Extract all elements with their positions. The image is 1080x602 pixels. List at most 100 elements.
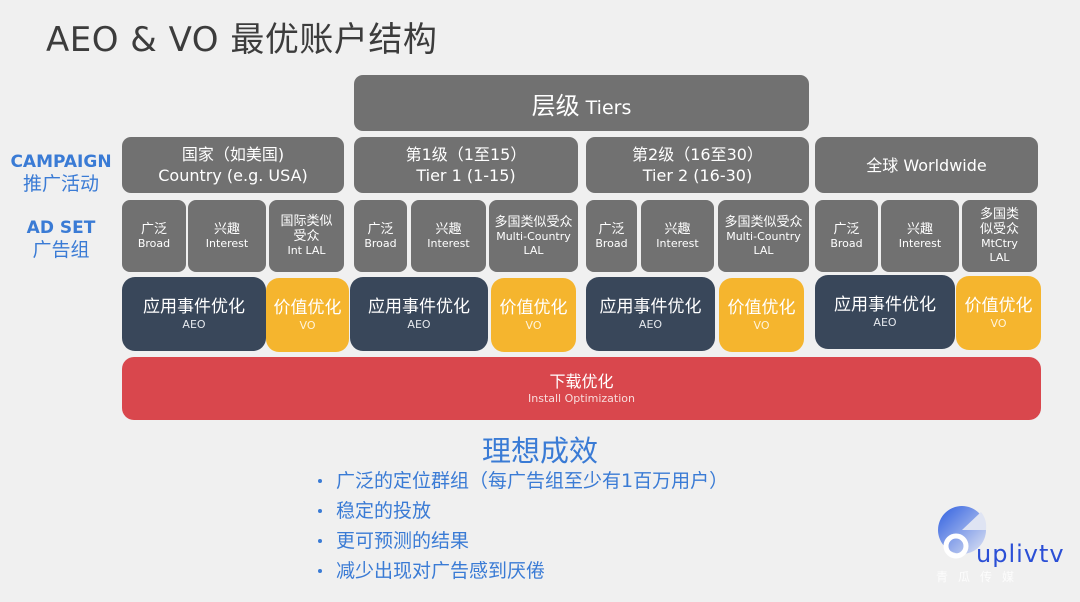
adset-interest: 兴趣 Interest <box>411 200 486 272</box>
vo-zh: 价值优化 <box>964 295 1033 316</box>
tiers-header-zh: 层级 <box>531 91 580 120</box>
aeo-en: AEO <box>638 317 663 331</box>
vo-en: VO <box>753 318 770 332</box>
results-item-text: 更可预测的结果 <box>336 530 470 552</box>
aeo-zh: 应用事件优化 <box>834 294 936 315</box>
vo-box: 价值优化 VO <box>956 276 1041 350</box>
results-item-text: 减少出现对广告感到厌倦 <box>336 560 546 582</box>
adset-en: Multi-Country LAL <box>496 229 571 257</box>
campaign-tier2: 第2级（16至30） Tier 2 (16-30) <box>586 137 809 193</box>
adset-en: Interest <box>898 236 942 250</box>
results-item: 稳定的投放 <box>318 496 728 526</box>
adset-zh: 国际类似受众 <box>280 214 333 244</box>
aeo-box: 应用事件优化 AEO <box>815 275 955 349</box>
aeo-zh: 应用事件优化 <box>599 296 702 317</box>
adset-en: Multi-Country LAL <box>726 229 801 257</box>
adset-en: Interest <box>656 236 699 250</box>
adset-interest: 兴趣 Interest <box>188 200 266 272</box>
vo-zh: 价值优化 <box>273 297 342 318</box>
adset-zh: 多国类似受众 <box>724 214 803 230</box>
adset-en: Broad <box>364 236 397 250</box>
bullet-icon <box>318 509 322 513</box>
adset-label-en: AD SET <box>26 218 96 238</box>
adset-broad: 广泛 Broad <box>354 200 407 272</box>
adset-en: Broad <box>595 236 628 250</box>
aeo-box: 应用事件优化 AEO <box>586 277 715 351</box>
aeo-box: 应用事件优化 AEO <box>350 277 488 351</box>
adset-zh: 多国类似受众 <box>494 214 573 230</box>
adset-zh: 广泛 <box>833 221 860 237</box>
campaign-country: 国家（如美国) Country (e.g. USA) <box>122 137 344 193</box>
results-item-text: 稳定的投放 <box>336 500 432 522</box>
results-item: 减少出现对广告感到厌倦 <box>318 556 728 586</box>
adset-zh: 兴趣 <box>664 221 691 237</box>
adset-zh: 广泛 <box>140 221 167 237</box>
aeo-en: AEO <box>407 317 431 331</box>
vo-en: VO <box>990 316 1007 330</box>
adset-zh: 多国类似受众 <box>979 207 1019 237</box>
campaign-zh: 第1级（1至15） <box>405 145 527 164</box>
aeo-en: AEO <box>182 317 206 331</box>
adset-en: Interest <box>427 236 470 250</box>
campaign-en: Country (e.g. USA) <box>158 166 308 185</box>
campaign-en: Tier 1 (1-15) <box>416 166 516 185</box>
install-zh: 下载优化 <box>549 371 614 391</box>
bullet-icon <box>318 539 322 543</box>
adset-en: Broad <box>830 236 863 250</box>
vo-en: VO <box>299 318 316 332</box>
install-optimization-bar: 下载优化 Install Optimization <box>122 357 1041 420</box>
adset-label: AD SET 广告组 <box>6 218 116 262</box>
adset-zh: 兴趣 <box>435 221 462 237</box>
adset-interest: 兴趣 Interest <box>641 200 714 272</box>
tiers-header-en: Tiers <box>585 96 632 119</box>
adset-zh: 广泛 <box>598 221 625 237</box>
adset-en: MtCtry LAL <box>981 237 1018 264</box>
logo-text: uplivtv <box>976 540 1065 568</box>
campaign-label-zh: 推广活动 <box>22 173 99 195</box>
adset-zh: 兴趣 <box>906 221 933 237</box>
results-item: 更可预测的结果 <box>318 526 728 556</box>
campaign-label: CAMPAIGN 推广活动 <box>6 152 116 196</box>
vo-box: 价值优化 VO <box>719 278 804 352</box>
vo-en: VO <box>525 318 542 332</box>
campaign-zh: 全球 Worldwide <box>866 155 987 175</box>
campaign-tier1: 第1级（1至15） Tier 1 (1-15) <box>354 137 578 193</box>
adset-lal: 多国类似受众 Multi-Country LAL <box>718 200 809 272</box>
results-item-text: 广泛的定位群组（每广告组至少有1百万用户） <box>336 470 729 492</box>
adset-zh: 兴趣 <box>213 221 240 237</box>
adset-lal: 国际类似受众 Int LAL <box>269 200 344 272</box>
logo-subtext: 青瓜传媒 <box>936 570 1025 584</box>
aeo-box: 应用事件优化 AEO <box>122 277 266 351</box>
adset-zh: 广泛 <box>367 221 394 237</box>
vo-box: 价值优化 VO <box>266 278 349 352</box>
install-en: Install Optimization <box>528 391 635 405</box>
adset-en: Broad <box>137 236 171 250</box>
adset-broad: 广泛 Broad <box>122 200 186 272</box>
campaign-zh: 第2级（16至30） <box>632 145 763 164</box>
adset-broad: 广泛 Broad <box>586 200 637 272</box>
adset-lal: 多国类似受众 Multi-Country LAL <box>489 200 578 272</box>
vo-box: 价值优化 VO <box>491 278 576 352</box>
vo-zh: 价值优化 <box>727 297 796 318</box>
results-title: 理想成效 <box>481 434 598 468</box>
campaign-zh: 国家（如美国) <box>181 145 285 164</box>
adset-interest: 兴趣 Interest <box>881 200 959 272</box>
campaign-label-en: CAMPAIGN <box>10 152 112 172</box>
bullet-icon <box>318 479 322 483</box>
adset-label-zh: 广告组 <box>32 239 90 261</box>
aeo-zh: 应用事件优化 <box>368 296 470 317</box>
adset-broad: 广泛 Broad <box>815 200 878 272</box>
results-list: 广泛的定位群组（每广告组至少有1百万用户） 稳定的投放 更可预测的结果 减少出现… <box>318 466 728 586</box>
bullet-icon <box>318 569 322 573</box>
aeo-en: AEO <box>873 315 897 329</box>
adset-en: Interest <box>205 236 249 250</box>
brand-logo: uplivtv 青瓜传媒 <box>936 504 1066 594</box>
adset-en: Int LAL <box>287 244 326 257</box>
adset-lal: 多国类似受众 MtCtry LAL <box>962 200 1037 272</box>
results-item: 广泛的定位群组（每广告组至少有1百万用户） <box>318 466 728 496</box>
campaign-worldwide: 全球 Worldwide <box>815 137 1038 193</box>
slide-title: AEO & VO 最优账户结构 <box>46 20 438 60</box>
vo-zh: 价值优化 <box>499 297 568 318</box>
aeo-zh: 应用事件优化 <box>143 296 245 317</box>
campaign-en: Tier 2 (16-30) <box>642 166 753 185</box>
